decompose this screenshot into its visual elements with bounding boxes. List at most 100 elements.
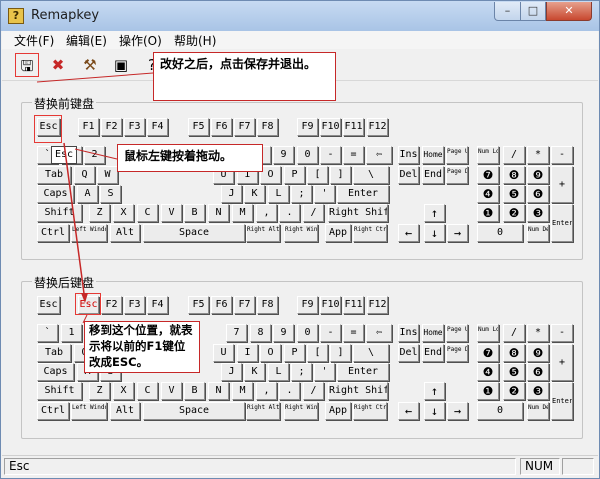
remapped-key-ndel[interactable]: Num Del	[527, 402, 549, 420]
remapped-key-f12[interactable]: F12	[367, 296, 388, 314]
remapped-key-nsub[interactable]: -	[551, 324, 573, 342]
base-key-f7[interactable]: F7	[234, 118, 255, 136]
maximize-button[interactable]: □	[520, 2, 546, 21]
remapped-key-n[interactable]: N	[208, 382, 229, 400]
remapped-key-x[interactable]: X	[113, 382, 134, 400]
remapped-key-f7[interactable]: F7	[234, 296, 255, 314]
remapped-key-enter[interactable]: Enter	[337, 363, 389, 381]
base-key-f3[interactable]: F3	[124, 118, 145, 136]
base-key-b[interactable]: B	[184, 204, 205, 222]
hammer-icon[interactable]: ⚒	[78, 53, 102, 77]
base-key-enter[interactable]: Enter	[337, 185, 389, 203]
remapped-key-rbracket[interactable]: ]	[330, 344, 351, 362]
base-key-comma[interactable]: ,	[256, 204, 277, 222]
remapped-key-rshift[interactable]: Right Shift	[328, 382, 388, 400]
remapped-key-n0[interactable]: 0	[477, 402, 523, 420]
base-key-f11[interactable]: F11	[343, 118, 364, 136]
remapped-key-n8[interactable]: ❽	[503, 344, 525, 362]
remapped-key-esc[interactable]: Esc	[37, 296, 60, 314]
base-key-lbracket[interactable]: [	[307, 166, 328, 184]
base-key-f1[interactable]: F1	[78, 118, 99, 136]
remapped-key-f5[interactable]: F5	[188, 296, 209, 314]
base-key-nsub[interactable]: -	[551, 146, 573, 164]
remapped-key-lbracket[interactable]: [	[307, 344, 328, 362]
remapped-key-pgup[interactable]: Page Up	[446, 324, 468, 342]
base-key-m[interactable]: M	[232, 204, 253, 222]
remapped-key-right[interactable]: →	[447, 402, 468, 420]
remapped-key-j[interactable]: J	[221, 363, 242, 381]
remapped-key-numlock[interactable]: Num Lock	[477, 324, 499, 342]
base-key-nine[interactable]: 9	[273, 146, 294, 164]
base-key-period[interactable]: .	[279, 204, 300, 222]
remapped-key-app[interactable]: App	[325, 402, 351, 420]
remapped-key-nadd[interactable]: +	[551, 344, 573, 381]
menu-help[interactable]: 帮助(H)	[174, 32, 216, 49]
remapped-key-f3[interactable]: F3	[124, 296, 145, 314]
remapped-key-eight[interactable]: 8	[250, 324, 271, 342]
remapped-key-lwin[interactable]: Left Windows	[71, 402, 107, 420]
remapped-key-end[interactable]: End	[422, 344, 444, 362]
base-key-j[interactable]: J	[221, 185, 242, 203]
remapped-key-comma[interactable]: ,	[256, 382, 277, 400]
remapped-key-caps[interactable]: Caps	[37, 363, 74, 381]
base-key-rbracket[interactable]: ]	[330, 166, 351, 184]
remapped-key-backspace[interactable]: ⇦	[366, 324, 392, 342]
base-key-p[interactable]: P	[284, 166, 305, 184]
base-key-equal[interactable]: =	[343, 146, 364, 164]
remapped-key-slash[interactable]: /	[303, 382, 324, 400]
base-key-rctrl[interactable]: Right Ctrl	[353, 224, 387, 242]
remapped-key-zero[interactable]: 0	[297, 324, 318, 342]
base-key-backspace[interactable]: ⇦	[366, 146, 392, 164]
remapped-key-o[interactable]: O	[260, 344, 281, 362]
base-key-pgdn[interactable]: Page Down	[446, 166, 468, 184]
base-key-f5[interactable]: F5	[188, 118, 209, 136]
remapped-key-n1[interactable]: ❶	[477, 382, 499, 400]
remapped-key-seven[interactable]: 7	[226, 324, 247, 342]
remapped-key-ndiv[interactable]: /	[503, 324, 525, 342]
remapped-key-f2[interactable]: F2	[101, 296, 122, 314]
base-key-f2[interactable]: F2	[101, 118, 122, 136]
base-key-f9[interactable]: F9	[297, 118, 318, 136]
base-key-right[interactable]: →	[447, 224, 468, 242]
base-key-n6[interactable]: ❻	[527, 185, 549, 203]
base-key-nenter[interactable]: Enter	[551, 204, 573, 242]
remapped-key-f4[interactable]: F4	[147, 296, 168, 314]
base-key-quote[interactable]: '	[314, 185, 335, 203]
remapped-key-down[interactable]: ↓	[424, 402, 445, 420]
base-key-nmul[interactable]: *	[527, 146, 549, 164]
base-key-ralt[interactable]: Right Alt	[246, 224, 280, 242]
remapped-key-one[interactable]: 1	[61, 324, 82, 342]
base-key-o[interactable]: O	[260, 166, 281, 184]
remapped-key-n3[interactable]: ❸	[527, 382, 549, 400]
remapped-key-home[interactable]: Home	[422, 324, 444, 342]
base-key-down[interactable]: ↓	[424, 224, 445, 242]
remapped-key-del[interactable]: Del	[398, 344, 419, 362]
remapped-key-n2[interactable]: ❷	[503, 382, 525, 400]
remapped-key-nmul[interactable]: *	[527, 324, 549, 342]
base-key-zero[interactable]: 0	[297, 146, 318, 164]
base-key-alt[interactable]: Alt	[110, 224, 140, 242]
remapped-key-b[interactable]: B	[184, 382, 205, 400]
remapped-key-quote[interactable]: '	[314, 363, 335, 381]
remapped-key-nine[interactable]: 9	[273, 324, 294, 342]
remapped-key-n5[interactable]: ❺	[503, 363, 525, 381]
remapped-key-tab[interactable]: Tab	[37, 344, 71, 362]
base-key-f12[interactable]: F12	[367, 118, 388, 136]
remapped-key-c[interactable]: C	[137, 382, 158, 400]
base-key-f8[interactable]: F8	[257, 118, 278, 136]
base-key-c[interactable]: C	[137, 204, 158, 222]
base-key-v[interactable]: V	[161, 204, 182, 222]
base-key-n5[interactable]: ❺	[503, 185, 525, 203]
menu-file[interactable]: 文件(F)	[14, 32, 54, 49]
remapped-key-n9[interactable]: ❾	[527, 344, 549, 362]
menu-edit[interactable]: 编辑(E)	[66, 32, 107, 49]
base-key-space[interactable]: Space	[143, 224, 245, 242]
remapped-key-rwin[interactable]: Right Windows	[284, 402, 318, 420]
base-key-n2[interactable]: ❷	[503, 204, 525, 222]
remapped-key-nenter[interactable]: Enter	[551, 382, 573, 420]
base-key-ndiv[interactable]: /	[503, 146, 525, 164]
remapped-key-l[interactable]: L	[268, 363, 289, 381]
remapped-key-k[interactable]: K	[244, 363, 265, 381]
base-key-ins[interactable]: Ins	[398, 146, 419, 164]
remapped-key-n7[interactable]: ❼	[477, 344, 499, 362]
